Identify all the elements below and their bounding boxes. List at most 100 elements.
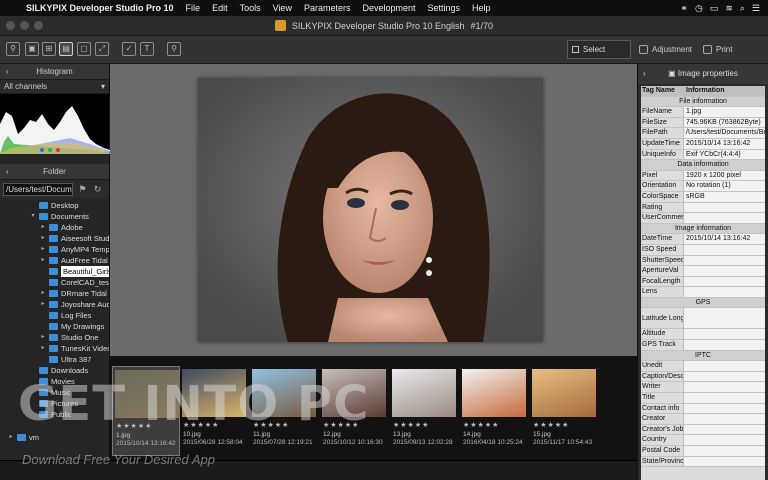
thumbnail-item[interactable]: ★★★★★ 11.jpg 2015/07/28 12:19:21 — [250, 366, 318, 456]
properties-row[interactable]: Lens — [641, 287, 765, 298]
property-value[interactable] — [684, 202, 765, 213]
thumbnail-item[interactable]: ★★★★★ 10.jpg 2015/06/28 12:58:04 — [180, 366, 248, 456]
rating-stars[interactable]: ★★★★★ — [463, 421, 499, 429]
filmstrip-view-icon[interactable]: ▤ — [59, 42, 73, 56]
thumbnail-item[interactable]: ★★★★★ 15.jpg 2015/11/17 10:54:43 — [530, 366, 598, 456]
property-value[interactable]: 2015/10/14 13:16:42 — [684, 234, 765, 244]
stopwatch-icon[interactable]: ◷ — [695, 3, 703, 14]
tree-item-my-drawings[interactable]: My Drawings — [40, 321, 104, 332]
minimize-window-button[interactable] — [20, 21, 29, 30]
menu-development[interactable]: Development — [362, 3, 415, 13]
property-value[interactable] — [684, 340, 765, 350]
property-value[interactable]: Exif YCbCr(4:4:4) — [684, 149, 765, 160]
properties-row[interactable]: FileName 1.jpg — [641, 107, 765, 118]
properties-row[interactable]: UserComment — [641, 213, 765, 224]
properties-row[interactable]: Altitude — [641, 329, 765, 341]
image-properties-header[interactable]: › ▣ Image properties — [638, 64, 768, 84]
tree-item-audfree[interactable]: ▸AudFree Tidal M — [40, 255, 109, 266]
property-value[interactable] — [684, 424, 765, 435]
tree-item-vm[interactable]: ▸ vm — [8, 432, 39, 443]
tree-item-drmare[interactable]: ▸DRmare Tidal M — [40, 288, 109, 299]
property-value[interactable] — [684, 287, 765, 297]
property-value[interactable] — [684, 244, 765, 255]
tree-item-ultra[interactable]: Ultra 387 — [40, 354, 91, 365]
tree-item-aiseesoft[interactable]: ▸Aiseesoft Studio — [40, 233, 109, 244]
refresh-icon[interactable]: ↻ — [92, 184, 103, 195]
property-value[interactable] — [684, 213, 765, 223]
properties-row[interactable]: Writer — [641, 382, 765, 394]
properties-row[interactable]: ColorSpace sRGB — [641, 191, 765, 203]
menu-view[interactable]: View — [273, 3, 292, 13]
full-view-icon[interactable]: ▢ — [77, 42, 91, 56]
select-mode-button[interactable]: Select — [567, 40, 631, 59]
property-value[interactable] — [684, 393, 765, 403]
rating-stars[interactable]: ★★★★★ — [533, 421, 569, 429]
properties-row[interactable]: Latitude Longi — [641, 308, 765, 330]
menu-settings[interactable]: Settings — [428, 3, 461, 13]
properties-row[interactable]: ISO Speed — [641, 244, 765, 256]
properties-row[interactable]: DateTime 2015/10/14 13:16:42 — [641, 234, 765, 245]
properties-row[interactable]: FilePath/Users/test/Documents/Be — [641, 128, 765, 139]
tree-item-music[interactable]: Music — [30, 387, 71, 398]
properties-row[interactable]: Creator's Jobti — [641, 424, 765, 436]
tree-item-downloads[interactable]: Downloads — [30, 365, 88, 376]
property-value[interactable] — [684, 329, 765, 340]
properties-row[interactable]: FocalLength — [641, 276, 765, 288]
print-mode-button[interactable]: Print — [703, 41, 732, 58]
single-view-icon[interactable]: ▣ — [25, 42, 39, 56]
thumbnail-item[interactable]: ★★★★★ 14.jpg 2016/04/18 10:25:24 — [460, 366, 528, 456]
tree-item-beautiful-girls[interactable]: Beautiful_Girls_ — [40, 266, 109, 277]
property-value[interactable] — [684, 361, 765, 371]
preview-image[interactable] — [198, 78, 543, 342]
properties-row[interactable]: Pixel 1920 x 1200 pixel — [641, 170, 765, 182]
tree-item-anymp4[interactable]: ▸ AnyMP4 Temp — [40, 244, 109, 255]
rating-stars[interactable]: ★★★★★ — [393, 421, 429, 429]
tree-item-public[interactable]: Public — [30, 409, 71, 420]
properties-section-row[interactable]: Data information — [641, 160, 765, 171]
adjustment-mode-button[interactable]: Adjustment — [639, 41, 692, 58]
menu-file[interactable]: File — [186, 3, 201, 13]
property-value[interactable] — [684, 308, 765, 329]
thumbnail-item[interactable]: ★★★★★ 12.jpg 2015/10/12 10:16:30 — [320, 366, 388, 456]
search-icon[interactable]: ⌕ — [740, 3, 745, 14]
tree-item-documents[interactable]: ▾ Documents — [30, 211, 88, 222]
properties-row[interactable]: Caption/Descr — [641, 371, 765, 383]
properties-section-row[interactable]: File information — [641, 96, 765, 108]
tree-item-movies[interactable]: Movies — [30, 376, 75, 387]
property-value[interactable] — [684, 255, 765, 266]
rating-stars[interactable]: ★★★★★ — [323, 421, 359, 429]
tree-item-adobe[interactable]: ▸ Adobe — [40, 222, 82, 233]
thumbnail-item[interactable]: ★★★★★ 1.jpg 2015/10/14 13:16:42 — [112, 366, 180, 456]
wifi-icon[interactable]: ≋ — [725, 3, 733, 14]
zoom-window-button[interactable] — [34, 21, 43, 30]
menu-parameters[interactable]: Parameters — [304, 3, 351, 13]
property-value[interactable] — [684, 446, 765, 456]
tree-item-desktop[interactable]: Desktop — [30, 200, 79, 211]
properties-row[interactable]: Unedit — [641, 361, 765, 372]
properties-section-row[interactable]: GPS — [641, 297, 765, 309]
property-value[interactable] — [684, 276, 765, 287]
properties-row[interactable]: Contact info — [641, 403, 765, 415]
tree-item-studio-one[interactable]: ▸ Studio One — [40, 332, 98, 343]
rating-stars[interactable]: ★★★★★ — [116, 422, 152, 430]
property-value[interactable]: 1.jpg — [684, 107, 765, 117]
fullscreen-icon[interactable]: ⤢ — [95, 42, 109, 56]
rating-stars[interactable]: ★★★★★ — [183, 421, 219, 429]
property-value[interactable]: 745.96KB (763862Byte) — [684, 117, 765, 128]
zoom-tool-icon[interactable]: ⚲ — [167, 42, 181, 56]
menu-tools[interactable]: Tools — [240, 3, 261, 13]
properties-row[interactable]: UniqueInfo Exif YCbCr(4:4:4) — [641, 149, 765, 161]
property-value[interactable] — [684, 403, 765, 414]
properties-row[interactable]: Title — [641, 393, 765, 404]
property-value[interactable] — [684, 456, 765, 467]
properties-row[interactable]: FileSize 745.96KB (763862Byte) — [641, 117, 765, 129]
properties-row[interactable]: Orientation No rotation (1) — [641, 181, 765, 192]
property-value[interactable] — [684, 414, 765, 424]
properties-row[interactable]: Creator — [641, 414, 765, 425]
properties-row[interactable]: GPS Track — [641, 340, 765, 351]
property-value[interactable]: sRGB — [684, 191, 765, 202]
tree-item-tuneskit[interactable]: ▸ TunesKit Video — [40, 343, 109, 354]
grid-view-icon[interactable]: ⊞ — [42, 42, 56, 56]
collapse-arrow-icon[interactable]: › — [643, 64, 646, 84]
properties-section-row[interactable]: IPTC — [641, 350, 765, 362]
